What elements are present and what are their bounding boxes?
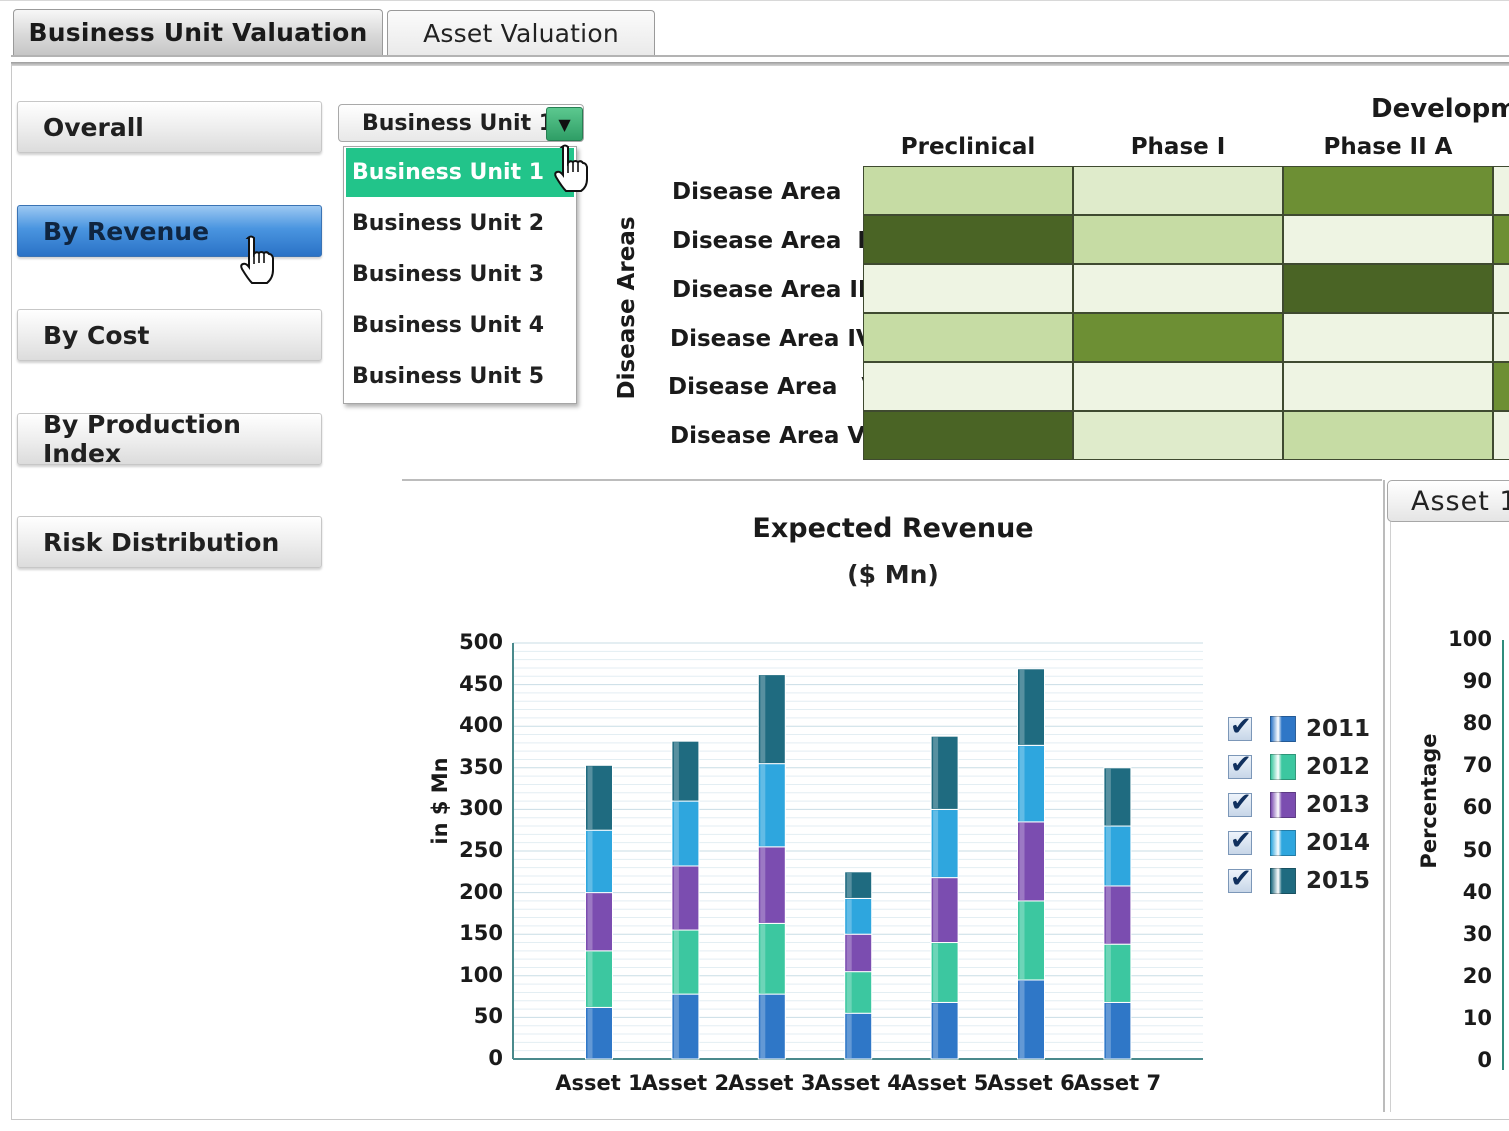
bar-highlight xyxy=(673,995,679,1058)
legend-swatch xyxy=(1270,754,1296,780)
y-tick-label: 50 xyxy=(473,1004,503,1029)
bar-highlight xyxy=(587,893,593,950)
bar-highlight xyxy=(846,935,852,971)
y-tick-label: 100 xyxy=(459,962,503,987)
bar-highlight xyxy=(1019,822,1025,900)
bar-highlight xyxy=(1019,901,1025,979)
bar-highlight xyxy=(1105,886,1111,944)
y-tick-label: 300 xyxy=(459,796,503,821)
percentage-tick-label: 100 xyxy=(1448,627,1492,651)
legend-item[interactable]: 2013 xyxy=(1228,788,1371,820)
y-tick-label: 450 xyxy=(459,671,503,696)
legend-label: 2011 xyxy=(1306,716,1371,742)
bar-highlight xyxy=(587,766,593,830)
legend-item[interactable]: 2015 xyxy=(1228,864,1371,896)
percentage-axis-line xyxy=(1502,640,1504,1070)
legend-label: 2012 xyxy=(1306,754,1371,780)
bar-highlight xyxy=(760,764,766,846)
legend-swatch xyxy=(1270,716,1296,742)
bar-highlight xyxy=(933,737,939,809)
bar-highlight xyxy=(846,972,852,1013)
percentage-tick-label: 60 xyxy=(1462,795,1492,820)
bar-highlight xyxy=(760,847,766,923)
percentage-tick-label: 40 xyxy=(1462,879,1492,904)
y-tick-label: 500 xyxy=(459,630,503,654)
legend-label: 2015 xyxy=(1306,868,1371,894)
y-tick-label: 200 xyxy=(459,879,503,904)
percentage-tick-label: 10 xyxy=(1462,1005,1492,1030)
percentage-tick-label: 20 xyxy=(1462,963,1492,988)
bar-highlight xyxy=(1105,827,1111,885)
bar-highlight xyxy=(673,866,679,930)
bar-highlight xyxy=(846,1014,852,1058)
legend-item[interactable]: 2012 xyxy=(1228,750,1371,782)
bar-highlight xyxy=(673,802,679,865)
bar-highlight xyxy=(760,675,766,763)
bar-highlight xyxy=(673,742,679,801)
bar-highlight xyxy=(1019,669,1025,745)
checkbox-icon[interactable] xyxy=(1228,864,1252,894)
legend-label: 2013 xyxy=(1306,792,1371,818)
percentage-tick-label: 90 xyxy=(1462,669,1492,694)
legend-label: 2014 xyxy=(1306,830,1371,856)
legend-swatch xyxy=(1270,830,1296,856)
bar-highlight xyxy=(1105,945,1111,1002)
y-tick-label: 150 xyxy=(459,921,503,946)
bar-highlight xyxy=(933,810,939,877)
legend-item[interactable]: 2011 xyxy=(1228,712,1371,744)
bar-highlight xyxy=(933,943,939,1002)
checkbox-icon[interactable] xyxy=(1228,826,1252,856)
x-tick-label: Asset 5 xyxy=(900,1071,989,1095)
bar-highlight xyxy=(1019,980,1025,1058)
x-tick-label: Asset 4 xyxy=(814,1071,902,1095)
bar-highlight xyxy=(587,831,593,892)
bar-highlight xyxy=(760,924,766,994)
bar-highlight xyxy=(1105,768,1111,826)
checkbox-icon[interactable] xyxy=(1228,750,1252,780)
bar-highlight xyxy=(846,872,852,898)
bar-highlight xyxy=(1105,1003,1111,1058)
percentage-tick-label: 50 xyxy=(1462,837,1492,862)
checkbox-icon[interactable] xyxy=(1228,712,1252,742)
bar-highlight xyxy=(933,1003,939,1058)
x-tick-label: Asset 6 xyxy=(987,1071,1075,1095)
legend-swatch xyxy=(1270,792,1296,818)
bar-highlight xyxy=(933,878,939,942)
expected-revenue-chart xyxy=(512,642,1203,1060)
y-tick-label: 0 xyxy=(488,1046,503,1070)
x-tick-label: Asset 2 xyxy=(641,1071,730,1095)
percentage-tick-label: 70 xyxy=(1462,753,1492,778)
bar-highlight xyxy=(1019,746,1025,821)
checkbox-icon[interactable] xyxy=(1228,788,1252,818)
y-tick-label: 350 xyxy=(459,754,503,779)
percentage-tick-label: 30 xyxy=(1462,921,1492,946)
bar-highlight xyxy=(587,1008,593,1058)
x-tick-label: Asset 3 xyxy=(728,1071,816,1095)
bar-highlight xyxy=(846,899,852,934)
percentage-tick-label: 0 xyxy=(1477,1048,1492,1072)
bar-highlight xyxy=(587,951,593,1007)
bar-highlight xyxy=(673,931,679,994)
legend-swatch xyxy=(1270,868,1296,894)
legend-item[interactable]: 2014 xyxy=(1228,826,1371,858)
bar-highlight xyxy=(760,995,766,1058)
percentage-tick-label: 80 xyxy=(1462,711,1492,736)
y-tick-label: 250 xyxy=(459,838,503,862)
y-tick-label: 400 xyxy=(459,713,503,738)
x-tick-label: Asset 1 xyxy=(555,1071,643,1095)
x-tick-label: Asset 7 xyxy=(1073,1071,1162,1095)
